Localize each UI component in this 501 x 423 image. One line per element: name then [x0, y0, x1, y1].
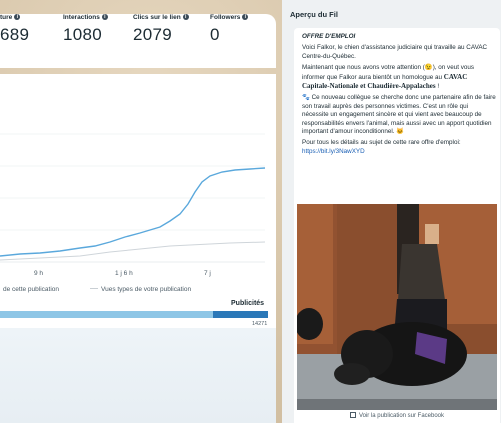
info-icon[interactable]: i: [101, 14, 108, 20]
view-on-facebook-link[interactable]: Voir la publication sur Facebook: [294, 410, 500, 423]
post-link[interactable]: https://bit.ly/3NawXYD: [302, 148, 365, 155]
post-paragraph: Pour tous les détails au sujet de cette …: [302, 139, 461, 155]
stat-link-clicks: Clics sur le lien i 2079: [133, 14, 189, 45]
stat-reach: ture i 689: [0, 14, 29, 45]
publicites-bar-fill: [213, 311, 268, 318]
publicites-value: 14271: [252, 321, 268, 327]
stat-value: 689: [0, 25, 30, 44]
post-photo: [297, 204, 497, 410]
stat-followers: Followers i 0: [210, 14, 249, 45]
info-icon[interactable]: i: [242, 14, 249, 20]
typical-views-line: [0, 241, 266, 261]
post-headline: OFFRE D'EMPLOI: [302, 33, 356, 40]
stat-interactions: Interactions i 1080: [63, 14, 108, 45]
post-paragraph: Voici Falkor, le chien d'assistance judi…: [302, 44, 488, 60]
legend-swatch: [90, 288, 98, 289]
lower-panel: [0, 328, 276, 423]
stat-value: 1080: [63, 25, 103, 44]
x-tick: 1 j 6 h: [115, 270, 133, 277]
post-text: OFFRE D'EMPLOI Voici Falkor, le chien d'…: [302, 33, 496, 159]
legend-item-publication: de cette publication: [3, 286, 60, 293]
stat-value: 0: [210, 25, 220, 44]
x-tick: 7 j: [204, 270, 211, 277]
stat-label: ture: [0, 14, 13, 21]
stat-value: 2079: [133, 25, 173, 44]
x-tick: 9 h: [34, 270, 43, 277]
post-paragraph: Maintenant que nous avons votre attentio…: [302, 64, 475, 91]
stat-label: Followers: [210, 14, 241, 21]
info-icon[interactable]: i: [182, 14, 189, 20]
stat-label: Interactions: [63, 14, 100, 21]
views-chart: 9 h 1 j 6 h 7 j: [0, 133, 266, 277]
preview-title: Aperçu du Fil: [290, 10, 338, 19]
post-paragraph: 🐾 Ce nouveau collègue se cherche donc un…: [302, 94, 496, 136]
external-link-icon: [349, 412, 356, 418]
info-icon[interactable]: i: [14, 14, 21, 20]
publicites-label: Publicités: [231, 300, 265, 307]
legend-item-typical: Vues types de votre publication: [90, 286, 191, 293]
stat-label: Clics sur le lien: [133, 14, 181, 21]
